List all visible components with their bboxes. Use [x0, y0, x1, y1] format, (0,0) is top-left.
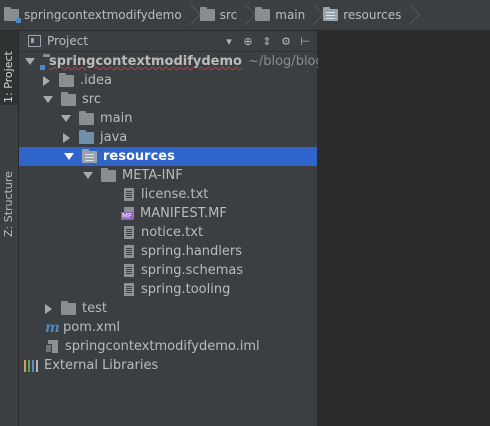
tree-label: license.txt [141, 187, 209, 202]
text-file-icon [124, 283, 134, 296]
breadcrumb-label: springcontextmodifydemo [24, 8, 182, 22]
tree-label: MANIFEST.MF [140, 206, 227, 221]
expand-arrow-icon[interactable] [61, 115, 71, 122]
tree-label: resources [103, 149, 175, 164]
tree-item-meta-inf[interactable]: META-INF [19, 166, 317, 185]
folder-icon [101, 167, 116, 182]
expand-arrow-icon[interactable] [64, 153, 74, 160]
project-panel: Project ▾ ⊕ ⇕ ⚙ ⊢ springcontextmodifydem… [19, 31, 337, 426]
breadcrumb-label: main [275, 8, 306, 22]
module-file-icon [45, 340, 58, 353]
tree-label: notice.txt [141, 225, 204, 240]
tree-label: springcontextmodifydemo [49, 54, 242, 69]
breadcrumb-separator [309, 0, 319, 30]
chevron-down-icon[interactable]: ▾ [223, 34, 235, 48]
tree-label: main [100, 111, 133, 126]
expand-arrow-icon[interactable] [83, 172, 93, 179]
folder-icon [61, 300, 76, 315]
manifest-badge: MF [121, 212, 134, 220]
target-icon[interactable]: ⊕ [242, 34, 254, 48]
tree-label: spring.handlers [141, 244, 243, 259]
tree-item-spring-handlers[interactable]: spring.handlers [19, 242, 317, 261]
tree-label: META-INF [122, 168, 183, 183]
tool-window-strip: 1: Project Z: Structure [0, 31, 19, 426]
text-file-icon [124, 188, 134, 201]
tree-item-resources[interactable]: resources [19, 147, 317, 166]
tab-project[interactable]: 1: Project [2, 51, 15, 103]
tree-label: src [82, 92, 101, 107]
tree-item-src[interactable]: src [19, 90, 317, 109]
tree-item-external-libraries[interactable]: External Libraries [19, 356, 317, 375]
text-file-icon [124, 264, 134, 277]
breadcrumb-separator [186, 0, 196, 30]
panel-header: Project ▾ ⊕ ⇕ ⚙ ⊢ [19, 31, 317, 52]
tree-label: java [100, 130, 128, 145]
tree-label: springcontextmodifydemo.iml [65, 339, 260, 354]
module-folder-icon [4, 7, 21, 23]
tree-item-manifest[interactable]: MF MANIFEST.MF [19, 204, 317, 223]
manifest-file-icon: MF [121, 207, 135, 220]
text-file-icon [124, 245, 134, 258]
folder-icon [59, 72, 74, 87]
tree-item-pom[interactable]: m pom.xml [19, 318, 317, 337]
tree-item-java[interactable]: java [19, 128, 317, 147]
tree-item-spring-tooling[interactable]: spring.tooling [19, 280, 317, 299]
project-view-icon [28, 35, 41, 47]
breadcrumb-item-main[interactable]: main [251, 0, 309, 30]
tree-label: pom.xml [63, 320, 120, 335]
folder-icon [199, 7, 215, 21]
panel-title[interactable]: Project [47, 34, 88, 48]
tree-label: .idea [80, 73, 112, 88]
breadcrumb-item-project[interactable]: springcontextmodifydemo [0, 0, 186, 30]
tree-label: test [82, 301, 107, 316]
maven-icon: m [45, 319, 60, 336]
expand-arrow-icon[interactable] [43, 75, 50, 86]
resources-folder-icon [82, 148, 97, 163]
folder-icon [79, 110, 94, 125]
expand-arrow-icon[interactable] [45, 303, 52, 314]
tree-item-license[interactable]: license.txt [19, 185, 317, 204]
collapse-icon[interactable]: ⇕ [261, 34, 273, 48]
tree-item-root[interactable]: springcontextmodifydemo ~/blog/blog_c [19, 52, 337, 71]
tree-label: spring.schemas [141, 263, 244, 278]
libraries-icon [24, 359, 38, 372]
panel-toolbar: ▾ ⊕ ⇕ ⚙ ⊢ [223, 31, 311, 51]
tree-item-notice[interactable]: notice.txt [19, 223, 317, 242]
editor-area [318, 31, 490, 426]
expand-arrow-icon[interactable] [25, 58, 35, 65]
text-file-icon [124, 226, 134, 239]
resources-folder-icon [323, 7, 339, 21]
breadcrumb-separator [241, 0, 251, 30]
breadcrumb-item-resources[interactable]: resources [319, 0, 405, 30]
expand-arrow-icon[interactable] [63, 132, 70, 143]
tree-item-main[interactable]: main [19, 109, 317, 128]
tree-item-idea[interactable]: .idea [19, 71, 317, 90]
breadcrumb: springcontextmodifydemo src main resourc… [0, 0, 490, 31]
tree-item-spring-schemas[interactable]: spring.schemas [19, 261, 317, 280]
folder-icon [61, 91, 76, 106]
source-folder-icon [79, 129, 94, 144]
tree-label: spring.tooling [141, 282, 231, 297]
tree-label: External Libraries [44, 358, 159, 373]
breadcrumb-separator [405, 0, 415, 30]
tree-item-test[interactable]: test [19, 299, 317, 318]
expand-arrow-icon[interactable] [43, 96, 53, 103]
tab-structure[interactable]: Z: Structure [2, 171, 15, 237]
hide-icon[interactable]: ⊢ [299, 34, 311, 48]
tree-item-iml[interactable]: springcontextmodifydemo.iml [19, 337, 317, 356]
folder-icon [255, 7, 271, 21]
breadcrumb-label: resources [343, 8, 402, 22]
gear-icon[interactable]: ⚙ [280, 34, 292, 48]
